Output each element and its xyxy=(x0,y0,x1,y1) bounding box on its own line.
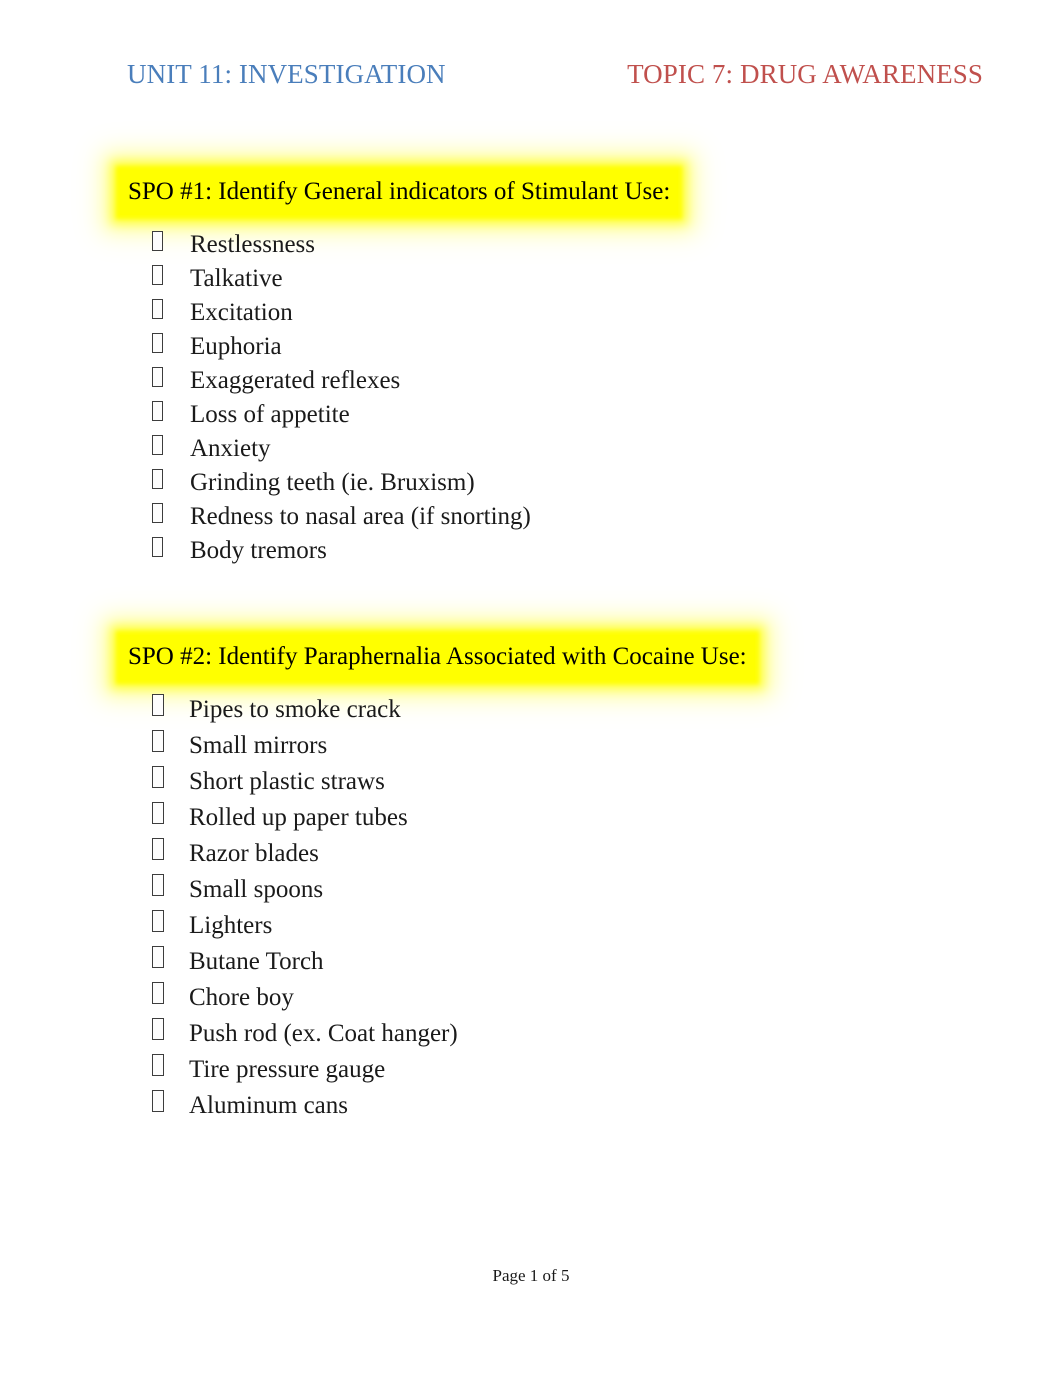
missing-glyph-box-icon xyxy=(152,503,163,523)
list-item-label: Small spoons xyxy=(189,876,324,903)
list-item: Chore boy xyxy=(0,980,1062,1016)
list-item: Excitation xyxy=(0,296,1062,330)
header-topic-title: TOPIC 7: DRUG AWARENESS xyxy=(627,59,983,89)
list-item-label: Excitation xyxy=(190,299,293,326)
list-item-label: Grinding teeth (ie. Bruxism) xyxy=(190,469,475,496)
list-item: Restlessness xyxy=(0,228,1062,262)
list-item: Rolled up paper tubes xyxy=(0,800,1062,836)
spo-2-heading: SPO #2: Identify Paraphernalia Associate… xyxy=(120,635,755,680)
missing-glyph-box-icon xyxy=(152,730,164,752)
list-item: Lighters xyxy=(0,908,1062,944)
list-item: Talkative xyxy=(0,262,1062,296)
list-item: Anxiety xyxy=(0,432,1062,466)
list-item: Tire pressure gauge xyxy=(0,1052,1062,1088)
list-item: Euphoria xyxy=(0,330,1062,364)
missing-glyph-box-icon xyxy=(152,910,164,932)
list-item: Short plastic straws xyxy=(0,764,1062,800)
list-item: Small spoons xyxy=(0,872,1062,908)
missing-glyph-box-icon xyxy=(152,982,164,1004)
missing-glyph-box-icon xyxy=(152,333,163,353)
list-item: Small mirrors xyxy=(0,728,1062,764)
missing-glyph-box-icon xyxy=(152,231,163,251)
page-number-footer: Page 1 of 5 xyxy=(492,1266,570,1285)
list-item-label: Push rod (ex. Coat hanger) xyxy=(189,1020,458,1047)
list-item-label: Pipes to smoke crack xyxy=(189,696,401,723)
list-item: Redness to nasal area (if snorting) xyxy=(0,500,1062,534)
list-item-label: Anxiety xyxy=(190,435,271,462)
missing-glyph-box-icon xyxy=(152,537,163,557)
missing-glyph-box-icon xyxy=(152,766,164,788)
spo-1-heading: SPO #1: Identify General indicators of S… xyxy=(120,170,679,215)
list-item-label: Body tremors xyxy=(190,537,327,564)
list-item-label: Exaggerated reflexes xyxy=(190,367,401,394)
missing-glyph-box-icon xyxy=(152,1090,164,1112)
missing-glyph-box-icon xyxy=(152,838,164,860)
list-item-label: Aluminum cans xyxy=(189,1092,349,1119)
list-item-label: Lighters xyxy=(189,912,273,939)
spo-1-list: Restlessness Talkative Excitation Euphor… xyxy=(0,228,1062,568)
missing-glyph-box-icon xyxy=(152,694,164,716)
list-item: Push rod (ex. Coat hanger) xyxy=(0,1016,1062,1052)
list-item-label: Talkative xyxy=(190,265,283,292)
list-item-label: Razor blades xyxy=(189,840,319,867)
document-page: UNIT 11: INVESTIGATION TOPIC 7: DRUG AWA… xyxy=(0,0,1062,1377)
header-unit-title: UNIT 11: INVESTIGATION xyxy=(127,59,446,89)
list-item: Exaggerated reflexes xyxy=(0,364,1062,398)
list-item-label: Short plastic straws xyxy=(189,768,385,795)
list-item-label: Euphoria xyxy=(190,333,282,360)
spo-2-list: Pipes to smoke crack Small mirrors Short… xyxy=(0,692,1062,1124)
list-item-label: Rolled up paper tubes xyxy=(189,804,408,831)
list-item-label: Restlessness xyxy=(190,231,315,258)
list-item-label: Butane Torch xyxy=(189,948,324,975)
list-item: Pipes to smoke crack xyxy=(0,692,1062,728)
missing-glyph-box-icon xyxy=(152,435,163,455)
missing-glyph-box-icon xyxy=(152,367,163,387)
running-header: UNIT 11: INVESTIGATION TOPIC 7: DRUG AWA… xyxy=(127,58,983,98)
missing-glyph-box-icon xyxy=(152,401,163,421)
list-item: Butane Torch xyxy=(0,944,1062,980)
list-item-label: Loss of appetite xyxy=(190,401,350,428)
missing-glyph-box-icon xyxy=(152,802,164,824)
missing-glyph-box-icon xyxy=(152,299,163,319)
list-item: Aluminum cans xyxy=(0,1088,1062,1124)
list-item-label: Chore boy xyxy=(189,984,294,1011)
list-item: Loss of appetite xyxy=(0,398,1062,432)
missing-glyph-box-icon xyxy=(152,265,163,285)
missing-glyph-box-icon xyxy=(152,874,164,896)
list-item-label: Small mirrors xyxy=(189,732,328,759)
list-item: Body tremors xyxy=(0,534,1062,568)
list-item: Razor blades xyxy=(0,836,1062,872)
list-item: Grinding teeth (ie. Bruxism) xyxy=(0,466,1062,500)
list-item-label: Tire pressure gauge xyxy=(189,1056,386,1083)
list-item-label: Redness to nasal area (if snorting) xyxy=(190,503,531,530)
missing-glyph-box-icon xyxy=(152,1018,164,1040)
missing-glyph-box-icon xyxy=(152,469,163,489)
missing-glyph-box-icon xyxy=(152,946,164,968)
missing-glyph-box-icon xyxy=(152,1054,164,1076)
